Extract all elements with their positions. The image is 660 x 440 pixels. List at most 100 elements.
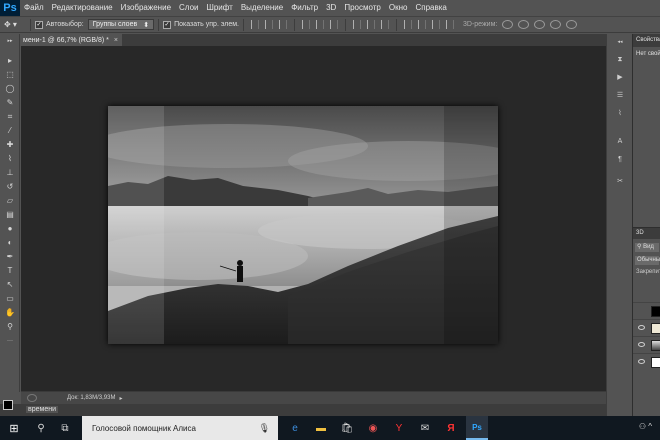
clone-stamp-tool-icon[interactable]: ⊥: [5, 168, 15, 178]
windows-taskbar: ⊞ ⚲ ⧉ Голосовой помощник Алиса 🎙 e ▬ 🛍 ◉…: [0, 416, 660, 440]
paragraph-icon[interactable]: ¶: [615, 156, 625, 164]
history-brush-tool-icon[interactable]: ↺: [5, 182, 15, 192]
distribute-bottom-icon[interactable]: [381, 20, 389, 29]
distribute-vcenter-icon[interactable]: [367, 20, 375, 29]
orbit-3d-icon[interactable]: [502, 20, 514, 29]
align-top-icon[interactable]: [251, 20, 259, 29]
menu-edit[interactable]: Редактирование: [48, 0, 117, 16]
eye-icon[interactable]: [638, 359, 645, 364]
more-tools-icon[interactable]: ···: [5, 336, 15, 346]
align-vcenter-icon[interactable]: [265, 20, 273, 29]
menu-file[interactable]: Файл: [20, 0, 48, 16]
show-controls-checkbox[interactable]: ✓: [163, 20, 172, 29]
windows-logo-icon[interactable]: ⊞: [0, 416, 28, 440]
slide-3d-icon[interactable]: [550, 20, 562, 29]
yandex-browser-icon[interactable]: Y: [388, 416, 410, 440]
crop-tool-icon[interactable]: ⌗: [5, 112, 15, 122]
brush-settings-icon[interactable]: ⌇: [615, 110, 625, 118]
autoselect-checkbox[interactable]: ✓: [35, 20, 43, 29]
brush-tool-icon[interactable]: ⌇: [5, 154, 15, 164]
edge-icon[interactable]: e: [284, 416, 306, 440]
history-icon[interactable]: ⧗: [615, 56, 625, 64]
path-selection-tool-icon[interactable]: ↖: [5, 280, 15, 290]
task-view-icon[interactable]: ⧉: [54, 416, 76, 440]
tool-presets-icon[interactable]: ✂: [615, 178, 625, 186]
timeline-tab[interactable]: времени: [26, 406, 58, 413]
file-explorer-icon[interactable]: ▬: [310, 416, 332, 440]
eye-icon[interactable]: [638, 325, 645, 330]
eraser-tool-icon[interactable]: ▱: [5, 196, 15, 206]
align-right-icon[interactable]: [330, 20, 338, 29]
blend-mode-dropdown[interactable]: Обычные: [635, 256, 660, 265]
photoshop-taskbar-icon[interactable]: Ps: [466, 416, 488, 440]
microphone-icon[interactable]: 🎙: [259, 423, 270, 434]
close-icon[interactable]: ×: [114, 37, 118, 44]
search-icon[interactable]: ⚲: [30, 416, 52, 440]
distribute-top-icon[interactable]: [353, 20, 361, 29]
blur-tool-icon[interactable]: ●: [5, 224, 15, 234]
actions-icon[interactable]: ▶: [615, 74, 625, 82]
cortana-search-box[interactable]: Голосовой помощник Алиса 🎙: [82, 416, 278, 440]
layer-row[interactable]: [633, 353, 660, 370]
layer-thumbnail: [651, 306, 660, 317]
type-tool-icon[interactable]: T: [5, 266, 15, 276]
hand-tool-icon[interactable]: ✋: [5, 308, 15, 318]
distribute-left-icon[interactable]: [404, 20, 412, 29]
align-hcenter-icon[interactable]: [316, 20, 324, 29]
shape-tool-icon[interactable]: ▭: [5, 294, 15, 304]
menu-3d[interactable]: 3D: [322, 0, 340, 16]
layer-row[interactable]: [633, 319, 660, 336]
properties-tab[interactable]: Свойства: [633, 34, 660, 47]
eye-icon[interactable]: [638, 342, 645, 347]
adjustments-icon[interactable]: ☰: [615, 92, 625, 100]
eyedropper-tool-icon[interactable]: ⁄: [5, 126, 15, 136]
document-image[interactable]: [108, 106, 498, 344]
menu-image[interactable]: Изображение: [117, 0, 175, 16]
auto-align-icon[interactable]: [446, 20, 454, 29]
roll-3d-icon[interactable]: [518, 20, 530, 29]
menu-layers[interactable]: Слои: [175, 0, 202, 16]
menu-window[interactable]: Окно: [385, 0, 412, 16]
menu-bar: Ps Файл Редактирование Изображение Слои …: [0, 0, 660, 16]
chrome-icon[interactable]: ◉: [362, 416, 384, 440]
quick-select-tool-icon[interactable]: ✎: [5, 98, 15, 108]
foreground-color-swatch[interactable]: [3, 400, 13, 410]
layers-tab-3d[interactable]: 3D: [633, 228, 660, 239]
doc-size: Док: 1,83M/3,93M: [67, 395, 116, 401]
layer-row[interactable]: [633, 336, 660, 353]
drag-3d-icon[interactable]: [534, 20, 546, 29]
panel-collapse-icon[interactable]: ◂◂: [615, 38, 625, 46]
layer-row[interactable]: [633, 302, 660, 319]
yandex-icon[interactable]: Я: [440, 416, 462, 440]
align-bottom-icon[interactable]: [279, 20, 287, 29]
menu-help[interactable]: Справка: [411, 0, 450, 16]
menu-select[interactable]: Выделение: [237, 0, 287, 16]
store-icon[interactable]: 🛍: [336, 416, 358, 440]
dodge-tool-icon[interactable]: ◐: [5, 238, 15, 248]
canvas-area[interactable]: [21, 46, 606, 391]
healing-brush-tool-icon[interactable]: ✚: [5, 140, 15, 150]
move-tool-icon[interactable]: ▸: [5, 56, 15, 66]
distribute-right-icon[interactable]: [432, 20, 440, 29]
autoselect-dropdown[interactable]: Группы слоев ⬍: [87, 19, 155, 30]
menu-type[interactable]: Шрифт: [202, 0, 236, 16]
distribute-hcenter-icon[interactable]: [418, 20, 426, 29]
character-icon[interactable]: A: [615, 138, 625, 146]
zoom-tool-icon[interactable]: ⚲: [5, 322, 15, 332]
document-tab[interactable]: мени-1 @ 66,7% (RGB/8) * ×: [20, 34, 122, 46]
move-tool-icon[interactable]: ✥ ▾: [4, 18, 26, 31]
align-left-icon[interactable]: [302, 20, 310, 29]
scale-3d-icon[interactable]: [566, 20, 578, 29]
marquee-tool-icon[interactable]: ⬚: [5, 70, 15, 80]
mail-icon[interactable]: ✉: [414, 416, 436, 440]
status-menu-arrow-icon[interactable]: ▸: [119, 395, 122, 402]
layers-filter[interactable]: ⚲ Вид: [635, 243, 659, 252]
people-icon[interactable]: ⚇ ^: [639, 422, 652, 431]
zoom-field[interactable]: [27, 394, 37, 402]
pen-tool-icon[interactable]: ✒: [5, 252, 15, 262]
toolbar-collapse-icon[interactable]: ▸▸: [5, 36, 15, 46]
gradient-tool-icon[interactable]: ▤: [5, 210, 15, 220]
menu-view[interactable]: Просмотр: [340, 0, 385, 16]
menu-filter[interactable]: Фильтр: [287, 0, 322, 16]
lasso-tool-icon[interactable]: ◯: [5, 84, 15, 94]
